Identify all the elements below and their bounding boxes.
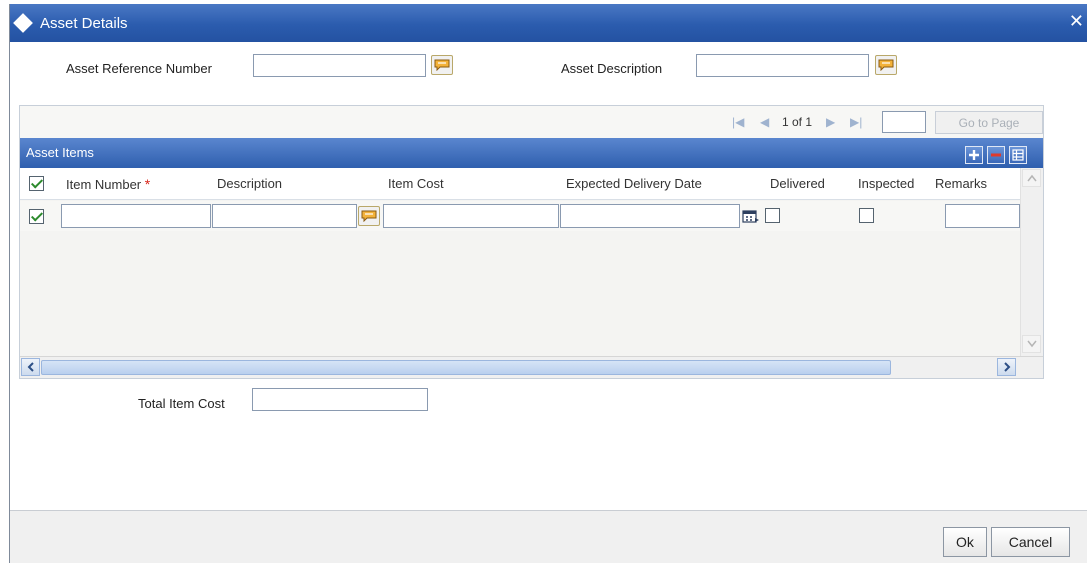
horizontal-scrollbar[interactable] [20, 356, 1043, 378]
column-header-inspected[interactable]: Inspected [858, 176, 914, 191]
table-row [20, 201, 1020, 231]
single-view-button[interactable] [1009, 146, 1027, 164]
close-icon[interactable]: ✕ [1069, 12, 1084, 30]
asset-items-title: Asset Items [26, 145, 94, 160]
asset-description-lov-button[interactable] [875, 55, 897, 75]
calendar-icon [742, 210, 759, 223]
next-page-icon[interactable]: ▶ [826, 115, 835, 129]
window-diamond-icon [13, 13, 33, 33]
ok-button[interactable]: Ok [943, 527, 987, 557]
add-row-button[interactable] [965, 146, 983, 164]
delivered-checkbox[interactable] [765, 208, 780, 223]
asset-reference-lov-button[interactable] [431, 55, 453, 75]
item-number-input[interactable] [61, 204, 211, 228]
last-page-icon[interactable]: ▶| [850, 115, 862, 129]
column-header-item-cost[interactable]: Item Cost [388, 176, 444, 191]
column-header-description[interactable]: Description [217, 176, 282, 191]
total-item-cost-label: Total Item Cost [138, 396, 225, 411]
title-bar[interactable]: Asset Details ✕ [10, 4, 1087, 42]
select-all-checkbox[interactable] [29, 176, 44, 191]
chevron-up-icon [1026, 174, 1037, 182]
column-header-label: Item Number [66, 177, 142, 192]
inspected-checkbox[interactable] [859, 208, 874, 223]
grid-header-row: Item Number * Description Item Cost Expe… [20, 168, 1020, 200]
scroll-right-button[interactable] [997, 358, 1016, 376]
vertical-scrollbar[interactable] [1020, 168, 1043, 356]
plus-icon [969, 150, 979, 160]
column-header-delivered[interactable]: Delivered [770, 176, 825, 191]
previous-page-icon[interactable]: ◀ [760, 115, 769, 129]
chevron-right-icon [1003, 362, 1010, 372]
item-cost-input[interactable] [383, 204, 559, 228]
asset-description-label: Asset Description [561, 61, 663, 76]
asset-items-panel: |◀ ◀ 1 of 1 ▶ ▶| Go to Page Asset Items [19, 105, 1044, 379]
column-header-expected-delivery-date[interactable]: Expected Delivery Date [566, 176, 702, 191]
window-title: Asset Details [40, 15, 128, 32]
remarks-input[interactable] [945, 204, 1020, 228]
horizontal-scroll-thumb[interactable] [41, 360, 891, 375]
row-select-checkbox[interactable] [29, 209, 44, 224]
asset-reference-input[interactable] [253, 54, 426, 77]
asset-reference-label: Asset Reference Number [66, 61, 212, 76]
calendar-button[interactable] [742, 208, 760, 224]
description-input[interactable] [212, 204, 357, 228]
description-lov-button[interactable] [358, 206, 380, 226]
scroll-left-button[interactable] [21, 358, 40, 376]
dialog-footer: Ok Cancel [10, 510, 1087, 563]
page-indicator: 1 of 1 [782, 115, 813, 129]
pager: |◀ ◀ 1 of 1 ▶ ▶| Go to Page [20, 106, 1043, 138]
chevron-left-icon [27, 362, 34, 372]
go-to-page-button[interactable]: Go to Page [935, 111, 1043, 134]
total-item-cost-input[interactable] [252, 388, 428, 411]
asset-details-window: Asset Details ✕ Asset Reference Number A… [9, 4, 1087, 563]
column-header-item-number[interactable]: Item Number * [66, 176, 150, 192]
chevron-down-icon [1026, 340, 1037, 348]
scroll-down-button[interactable] [1022, 335, 1041, 353]
cancel-button[interactable]: Cancel [991, 527, 1070, 557]
list-of-values-icon [434, 59, 450, 71]
asset-items-header-bar: Asset Items [20, 138, 1043, 168]
list-of-values-icon [878, 59, 894, 71]
delete-row-button[interactable] [987, 146, 1005, 164]
first-page-icon[interactable]: |◀ [732, 115, 744, 129]
page-number-input[interactable] [882, 111, 926, 133]
asset-description-input[interactable] [696, 54, 869, 77]
scroll-up-button[interactable] [1022, 169, 1041, 187]
minus-icon [991, 153, 1001, 157]
required-marker: * [144, 176, 151, 192]
grid-view-icon [1012, 149, 1024, 161]
column-header-remarks[interactable]: Remarks [935, 176, 987, 191]
expected-delivery-date-input[interactable] [560, 204, 740, 228]
list-of-values-icon [361, 210, 377, 222]
